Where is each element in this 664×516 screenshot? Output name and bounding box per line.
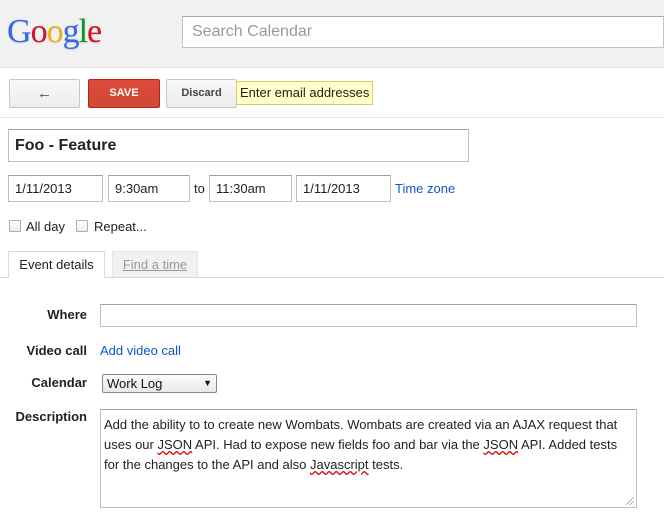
description-text: API. Had to expose new fields foo and ba… [192, 437, 484, 452]
logo-letter-6: e [87, 13, 102, 50]
spellcheck-word: Javascript [309, 457, 369, 472]
logo-letter-1: G [7, 13, 32, 50]
event-title-input[interactable]: Foo - Feature [8, 129, 469, 162]
dropdown-arrow-icon: ▼ [203, 378, 212, 388]
calendar-label: Calendar [31, 375, 87, 390]
save-button[interactable]: SAVE [88, 79, 160, 108]
calendar-selected-value: Work Log [107, 376, 163, 391]
spellcheck-word: JSON [483, 437, 519, 452]
description-textarea[interactable]: Add the ability to to create new Wombats… [100, 409, 637, 508]
add-video-call-link[interactable]: Add video call [100, 342, 181, 360]
search-calendar-input[interactable]: Search Calendar [182, 16, 664, 48]
where-input[interactable] [100, 304, 637, 327]
repeat-label[interactable]: Repeat... [94, 218, 147, 236]
google-logo[interactable]: Google [7, 12, 102, 52]
end-time-input[interactable]: 11:30am [209, 175, 292, 202]
to-label: to [194, 181, 205, 196]
repeat-checkbox[interactable] [76, 220, 88, 232]
back-button[interactable]: ← [9, 79, 80, 108]
video-call-label: Video call [26, 343, 87, 358]
all-day-checkbox[interactable] [9, 220, 21, 232]
email-addresses-tooltip: Enter email addresses [236, 81, 374, 105]
spellcheck-word: JSON [157, 437, 193, 452]
where-label: Where [47, 307, 87, 322]
description-text: tests. [368, 457, 404, 472]
logo-letter-5: l [78, 13, 89, 50]
toolbar-divider [0, 117, 664, 118]
logo-letter-3: o [46, 13, 64, 50]
back-arrow-icon: ← [37, 85, 52, 102]
start-date-input[interactable]: 1/11/2013 [8, 175, 103, 202]
discard-button[interactable]: Discard [166, 79, 237, 108]
time-zone-link[interactable]: Time zone [395, 175, 455, 202]
logo-letter-4: g [62, 13, 80, 50]
logo-letter-2: o [30, 13, 48, 50]
description-label: Description [15, 409, 87, 424]
end-date-input[interactable]: 1/11/2013 [296, 175, 391, 202]
all-day-label[interactable]: All day [26, 218, 65, 236]
start-time-input[interactable]: 9:30am [108, 175, 190, 202]
resize-grip-icon[interactable] [626, 497, 634, 505]
calendar-select[interactable]: Work Log ▼ [102, 374, 217, 393]
tab-event-details[interactable]: Event details [8, 251, 105, 278]
tab-find-a-time[interactable]: Find a time [112, 251, 198, 277]
